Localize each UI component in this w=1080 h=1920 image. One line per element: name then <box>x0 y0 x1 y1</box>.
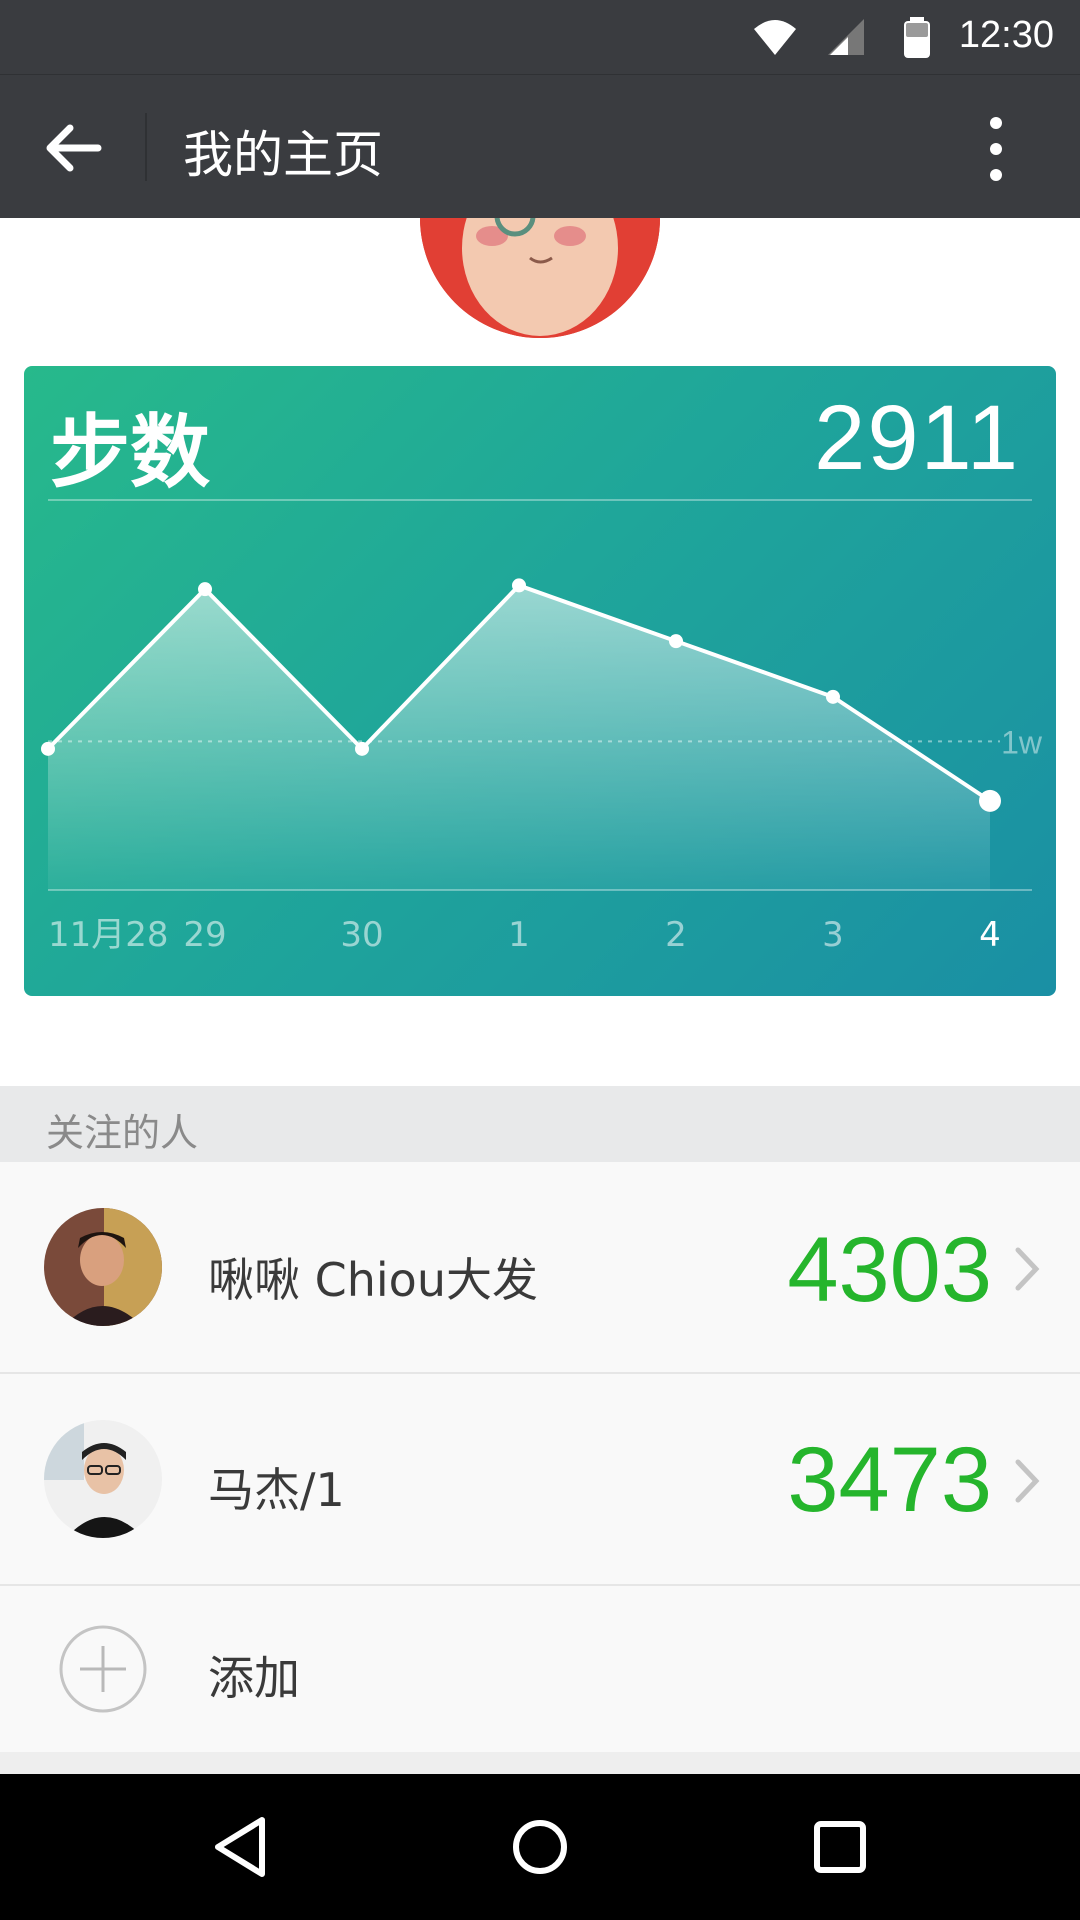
person-steps: 3473 <box>787 1429 992 1531</box>
status-time: 12:30 <box>958 14 1054 56</box>
following-section-header: 关注的人 <box>0 1086 1080 1162</box>
bottom-divider <box>0 1752 1080 1774</box>
x-tick-label: 1 <box>508 915 530 955</box>
steps-chart: 1w 11月28 29 30 1 2 3 4 <box>41 499 1043 955</box>
recents-square-icon[interactable] <box>805 1812 875 1882</box>
x-tick-label: 30 <box>340 915 383 955</box>
app-bar-divider <box>145 113 147 181</box>
data-point[interactable] <box>355 741 369 756</box>
section-title: 关注的人 <box>46 1111 199 1155</box>
more-vertical-icon[interactable] <box>966 109 1026 189</box>
person-steps: 4303 <box>787 1219 992 1321</box>
back-triangle-icon[interactable] <box>206 1812 276 1882</box>
data-point[interactable] <box>826 689 840 704</box>
home-circle-icon[interactable] <box>505 1812 575 1882</box>
profile-avatar[interactable] <box>420 218 660 338</box>
arrow-left-icon[interactable] <box>38 113 108 183</box>
data-point[interactable] <box>41 741 55 756</box>
steps-card[interactable]: 步数 2911 1w 11月28 29 30 1 2 3 4 <box>24 366 1056 996</box>
data-point[interactable] <box>198 582 212 597</box>
person-name: 马杰/1 <box>208 1463 345 1517</box>
chevron-right-icon <box>1015 1459 1040 1503</box>
avatar <box>44 1420 162 1538</box>
reference-line-label: 1w <box>1001 724 1043 760</box>
x-tick-label: 3 <box>822 915 844 955</box>
chevron-right-icon <box>1015 1247 1040 1291</box>
add-following-row[interactable]: 添加 <box>0 1586 1080 1752</box>
app-bar: 我的主页 <box>0 74 1080 219</box>
status-bar: 12:30 <box>0 0 1080 74</box>
person-name: 啾啾 Chiou大发 <box>208 1253 538 1307</box>
battery-icon <box>904 17 930 58</box>
page-title: 我的主页 <box>183 126 383 184</box>
x-tick-label: 11月28 <box>48 915 169 955</box>
add-label: 添加 <box>208 1651 300 1705</box>
list-item[interactable]: 啾啾 Chiou大发 4303 <box>0 1162 1080 1374</box>
x-tick-label: 29 <box>183 915 226 955</box>
plus-circle-icon <box>59 1625 147 1713</box>
x-tick-label: 4 <box>979 915 1001 955</box>
wifi-icon <box>754 20 796 55</box>
data-point[interactable] <box>512 578 526 593</box>
list-item[interactable]: 马杰/1 3473 <box>0 1374 1080 1586</box>
avatar <box>44 1208 162 1326</box>
series-area <box>48 585 990 890</box>
data-point-current[interactable] <box>979 789 1001 812</box>
cell-signal-icon <box>828 19 864 55</box>
x-tick-label: 2 <box>665 915 687 955</box>
profile-content: 步数 2911 1w 11月28 29 30 1 2 3 4 关注的人 啾啾 C… <box>0 218 1080 1774</box>
system-nav-bar <box>0 1774 1080 1920</box>
data-point[interactable] <box>669 634 683 649</box>
